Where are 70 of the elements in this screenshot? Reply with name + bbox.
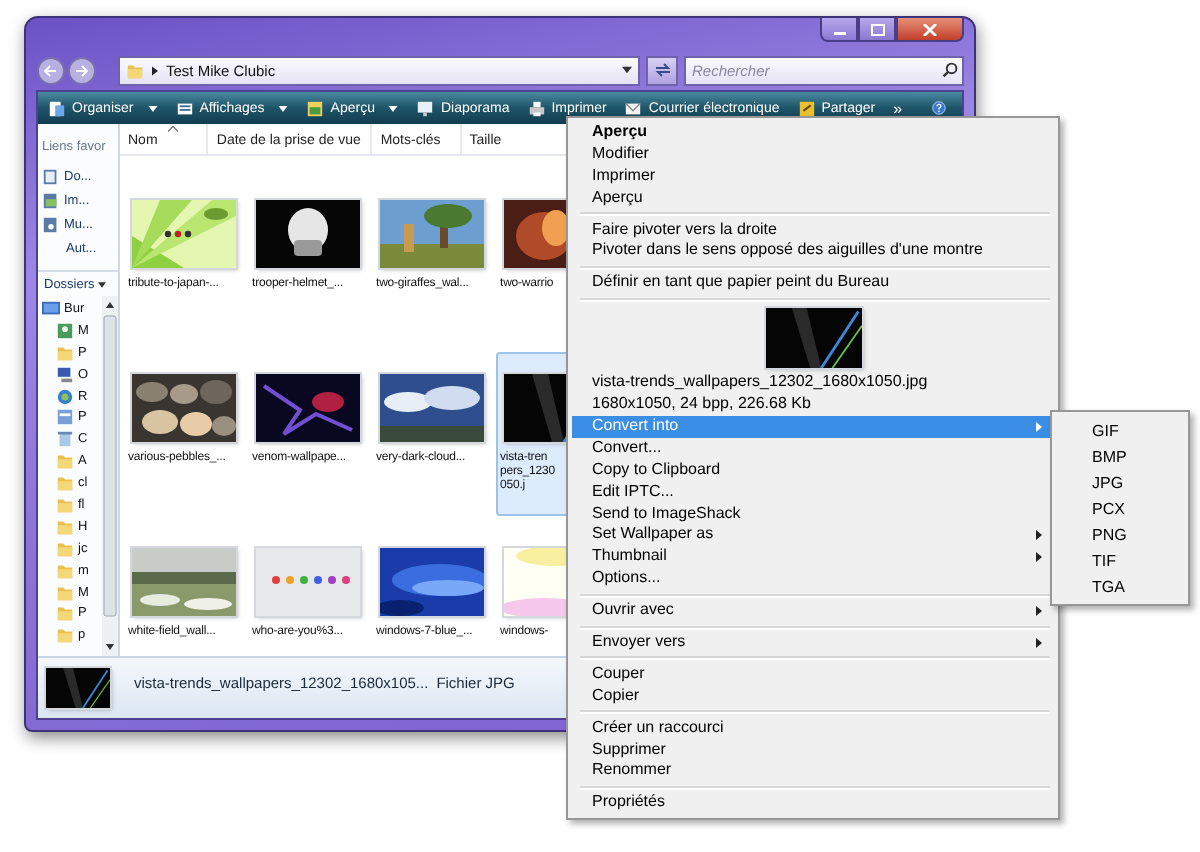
menu-item[interactable]: Imprimer — [572, 165, 1054, 188]
menu-item[interactable]: JPG — [1052, 470, 1188, 496]
minimize-button[interactable] — [820, 18, 858, 42]
menu-item[interactable]: Définir en tant que papier peint du Bureau — [572, 272, 1054, 295]
folder-icon — [56, 343, 74, 362]
menu-item[interactable]: Edit IPTC... — [572, 481, 1054, 504]
recycle-bin-icon — [56, 430, 74, 449]
scrollbar[interactable] — [102, 296, 118, 656]
close-icon — [922, 23, 938, 35]
menu-item[interactable]: Modifier — [572, 143, 1054, 166]
dropdown-arrow-icon[interactable] — [622, 66, 632, 74]
menu-item[interactable]: Envoyer vers — [572, 632, 1054, 654]
monitor-icon — [416, 99, 435, 117]
menu-item[interactable]: Copy to Clipboard — [572, 459, 1054, 482]
share-icon — [797, 99, 816, 117]
menu-item[interactable]: Convert... — [572, 437, 1054, 460]
network-icon — [56, 387, 74, 405]
menu-item[interactable]: Options... — [572, 568, 1054, 591]
close-button[interactable] — [896, 18, 964, 42]
folder-icon — [56, 561, 74, 580]
folder-icon — [56, 495, 74, 514]
folder-icon — [56, 474, 74, 493]
pictures-icon — [42, 191, 60, 209]
folder-icon — [56, 517, 74, 536]
menu-item[interactable]: TIF — [1052, 548, 1188, 574]
views-icon — [175, 99, 194, 117]
menu-item[interactable]: Couper — [572, 663, 1054, 686]
menu-item[interactable]: GIF — [1052, 418, 1188, 444]
image-info-text: 1680x1050, 24 bpp, 226.68 Kb — [590, 394, 813, 417]
search-icon — [942, 62, 958, 78]
breadcrumb-arrow-icon — [152, 65, 158, 75]
image-icon — [306, 99, 325, 117]
menu-item[interactable]: Pivoter dans le sens opposé des aiguilles d'une montre — [572, 240, 1054, 263]
caret-icon — [98, 282, 107, 288]
folder-icon — [56, 626, 74, 645]
user-folder-icon — [56, 321, 74, 340]
menu-item[interactable]: Ouvrir avec — [572, 600, 1054, 623]
menu-item[interactable]: Supprimer — [572, 739, 1054, 761]
menu-item[interactable]: Faire pivoter vers la droite — [572, 219, 1054, 241]
folder-icon — [56, 539, 74, 558]
menu-item[interactable]: Thumbnail — [572, 546, 1054, 569]
folder-icon — [126, 61, 144, 79]
menu-item[interactable]: BMP — [1052, 444, 1188, 470]
menu-item[interactable]: Set Wallpaper as — [572, 524, 1054, 547]
help-icon[interactable] — [932, 98, 946, 118]
more-button[interactable]: » — [891, 99, 905, 117]
maximize-button[interactable] — [858, 18, 896, 42]
menu-item[interactable]: Aperçu — [572, 187, 1054, 210]
documents-icon — [42, 167, 60, 185]
refresh-icon — [653, 62, 671, 78]
refresh-button[interactable] — [646, 55, 678, 85]
image-info-text: vista-trends_wallpapers_12302_1680x1050.jpg — [590, 372, 930, 395]
menu-item[interactable]: Aperçu — [572, 122, 1054, 144]
menu-item[interactable]: Renommer — [572, 760, 1054, 783]
menu-item[interactable]: Send to ImageShack — [572, 503, 1054, 525]
desktop-icon — [42, 299, 60, 318]
computer-icon — [56, 365, 74, 384]
folder-icon — [56, 583, 74, 602]
menu-item[interactable]: PCX — [1052, 496, 1188, 522]
menu-item[interactable]: TGA — [1052, 574, 1188, 600]
control-panel-icon — [56, 408, 74, 427]
folder-icon — [56, 604, 74, 623]
document-icon — [48, 99, 66, 117]
menu-item[interactable]: PNG — [1052, 522, 1188, 548]
menu-item[interactable]: Copier — [572, 685, 1054, 708]
menu-item[interactable]: Créer un raccourci — [572, 717, 1054, 740]
folder-icon — [56, 452, 74, 471]
menu-item[interactable]: Propriétés — [572, 792, 1054, 815]
maximize-icon — [869, 23, 885, 35]
printer-icon — [527, 99, 546, 117]
